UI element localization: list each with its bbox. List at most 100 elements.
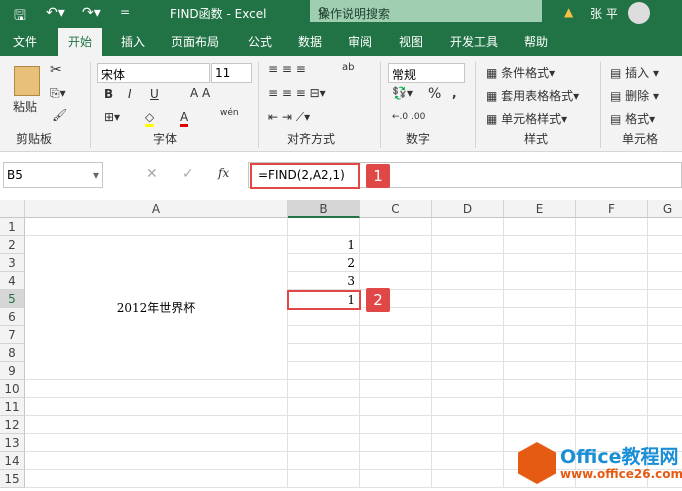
row-header-13[interactable]: 13 <box>0 434 25 452</box>
cell[interactable] <box>25 434 288 452</box>
cell[interactable] <box>648 416 682 434</box>
fill-color-icon[interactable]: ◇ <box>145 110 155 127</box>
percent-button[interactable]: % <box>428 86 441 102</box>
row-header-8[interactable]: 8 <box>0 344 25 362</box>
cell-styles-button[interactable]: ▦ 单元格样式▾ <box>486 110 567 127</box>
row-header-2[interactable]: 2 <box>0 236 25 254</box>
cell[interactable] <box>360 218 432 236</box>
align-top-icon[interactable]: ≡ ≡ ≡ <box>268 62 306 76</box>
comma-button[interactable]: , <box>452 86 457 100</box>
cell[interactable] <box>288 380 360 398</box>
cell[interactable] <box>288 308 360 326</box>
cell[interactable] <box>576 398 648 416</box>
cell[interactable] <box>360 344 432 362</box>
row-header-9[interactable]: 9 <box>0 362 25 380</box>
cell[interactable] <box>576 362 648 380</box>
insert-cells-button[interactable]: ▤ 插入 ▾ <box>610 64 659 81</box>
cell[interactable] <box>432 308 504 326</box>
format-cells-button[interactable]: ▤ 格式▾ <box>610 110 655 127</box>
row-header-4[interactable]: 4 <box>0 272 25 290</box>
qat-customize[interactable]: = <box>120 5 130 19</box>
cell[interactable] <box>432 434 504 452</box>
row-header-11[interactable]: 11 <box>0 398 25 416</box>
align-left-icon[interactable]: ≡ ≡ ≡ ⊟▾ <box>268 86 326 100</box>
cell-b5-selected[interactable]: 1 <box>287 290 361 310</box>
tab-developer[interactable]: 开发工具 <box>450 33 498 50</box>
cell[interactable] <box>576 272 648 290</box>
cell[interactable] <box>25 452 288 470</box>
tab-data[interactable]: 数据 <box>298 33 322 50</box>
cell[interactable] <box>25 398 288 416</box>
cell[interactable] <box>360 254 432 272</box>
cell[interactable] <box>25 470 288 488</box>
row-header-10[interactable]: 10 <box>0 380 25 398</box>
cell[interactable] <box>648 254 682 272</box>
tab-review[interactable]: 审阅 <box>348 33 372 50</box>
font-color-icon[interactable]: A <box>180 110 189 127</box>
tell-me-search[interactable]: ⚲ 操作说明搜索 <box>310 0 542 22</box>
undo-icon[interactable]: ↶▾ <box>46 5 65 21</box>
cell[interactable] <box>360 380 432 398</box>
cell[interactable] <box>288 434 360 452</box>
cell[interactable] <box>576 236 648 254</box>
cell[interactable] <box>504 362 576 380</box>
row-header-14[interactable]: 14 <box>0 452 25 470</box>
cell[interactable] <box>576 290 648 308</box>
row-header-6[interactable]: 6 <box>0 308 25 326</box>
row-header-15[interactable]: 15 <box>0 470 25 488</box>
col-header-b[interactable]: B <box>288 200 360 218</box>
tab-insert[interactable]: 插入 <box>121 33 145 50</box>
cell[interactable] <box>25 380 288 398</box>
cell[interactable] <box>648 236 682 254</box>
font-size-select[interactable]: 11 <box>211 63 252 83</box>
cell[interactable] <box>504 326 576 344</box>
tab-page-layout[interactable]: 页面布局 <box>171 33 219 50</box>
cell[interactable] <box>432 326 504 344</box>
col-header-c[interactable]: C <box>360 200 432 218</box>
cell[interactable] <box>648 362 682 380</box>
cell[interactable] <box>360 434 432 452</box>
italic-button[interactable]: I <box>128 87 132 101</box>
enter-icon[interactable]: ✓ <box>182 166 194 182</box>
cut-icon[interactable]: ✂ <box>50 62 62 78</box>
cell-b3[interactable]: 2 <box>288 254 360 272</box>
cell[interactable] <box>360 326 432 344</box>
cell[interactable] <box>648 398 682 416</box>
cell[interactable] <box>432 362 504 380</box>
border-icon[interactable]: ⊞▾ <box>104 110 120 124</box>
cell[interactable] <box>25 416 288 434</box>
cell[interactable] <box>288 326 360 344</box>
cell[interactable] <box>432 254 504 272</box>
row-header-3[interactable]: 3 <box>0 254 25 272</box>
cell[interactable] <box>288 218 360 236</box>
cell[interactable] <box>576 380 648 398</box>
cell[interactable] <box>648 308 682 326</box>
cell[interactable] <box>504 344 576 362</box>
cell[interactable] <box>504 254 576 272</box>
warning-icon[interactable]: ▲ <box>564 5 573 19</box>
currency-icon[interactable]: 💱▾ <box>392 86 413 100</box>
cell[interactable] <box>576 344 648 362</box>
cell[interactable] <box>432 344 504 362</box>
cell[interactable] <box>504 380 576 398</box>
cell[interactable] <box>288 362 360 380</box>
underline-button[interactable]: U <box>150 87 159 101</box>
cell[interactable] <box>360 362 432 380</box>
wrap-text-icon[interactable]: ab <box>342 62 354 73</box>
cell[interactable] <box>504 398 576 416</box>
tab-formulas[interactable]: 公式 <box>248 33 272 50</box>
cell[interactable] <box>432 398 504 416</box>
cell[interactable] <box>432 272 504 290</box>
cell[interactable] <box>576 416 648 434</box>
tab-help[interactable]: 帮助 <box>524 33 548 50</box>
row-header-5[interactable]: 5 <box>0 290 25 308</box>
format-painter-icon[interactable]: 🖌 <box>52 108 67 122</box>
cell[interactable] <box>360 470 432 488</box>
cell[interactable] <box>576 254 648 272</box>
cell[interactable] <box>648 380 682 398</box>
insert-function-button[interactable]: fx <box>218 166 229 180</box>
decimal-icon[interactable]: ←.0 .00 <box>392 112 425 122</box>
cell[interactable] <box>360 416 432 434</box>
col-header-a[interactable]: A <box>25 200 288 218</box>
cell[interactable] <box>432 470 504 488</box>
